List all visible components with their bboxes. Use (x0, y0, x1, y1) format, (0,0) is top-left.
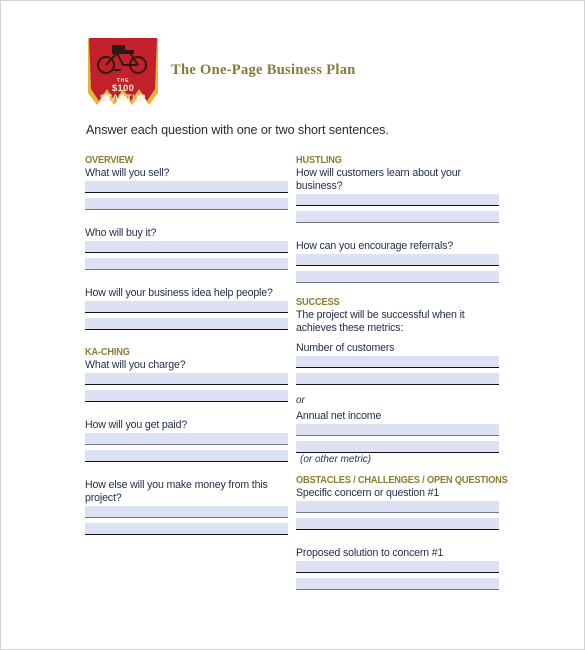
answer-field[interactable] (296, 194, 499, 206)
answer-field[interactable] (296, 356, 499, 368)
answer-field[interactable] (85, 373, 288, 385)
answer-field[interactable] (85, 450, 288, 462)
intro-instruction: Answer each question with one or two sho… (86, 123, 389, 137)
logo-line3: STARTUP (100, 93, 146, 103)
answer-field[interactable] (296, 424, 499, 436)
answer-field[interactable] (296, 501, 499, 513)
answer-field[interactable] (85, 258, 288, 270)
section-heading-obstacles: OBSTACLES / CHALLENGES / OPEN QUESTIONS (296, 474, 508, 486)
section-hustling: HUSTLING How will customers learn about … (296, 154, 499, 283)
answer-field[interactable] (85, 241, 288, 253)
section-ka-ching: KA-CHING What will you charge? How will … (85, 346, 288, 535)
question-label: How can you encourage referrals? (296, 240, 454, 252)
section-overview: OVERVIEW What will you sell? Who will bu… (85, 154, 288, 330)
question-label: Who will buy it? (85, 227, 157, 239)
answer-field[interactable] (85, 181, 288, 193)
question-label: How will customers learn about your busi… (296, 167, 461, 192)
question-label: Specific concern or question #1 (296, 487, 440, 499)
success-intro-text: The project will be successful when it a… (296, 309, 465, 334)
answer-field[interactable] (296, 578, 499, 590)
answer-field[interactable] (296, 518, 499, 530)
answer-field[interactable] (85, 506, 288, 518)
answer-field[interactable] (85, 318, 288, 330)
answer-field[interactable] (296, 441, 499, 453)
question-label: What will you sell? (85, 167, 170, 179)
the-100-startup-logo: THE $100 STARTUP (85, 37, 161, 109)
answer-field[interactable] (85, 198, 288, 210)
question-label: How will you get paid? (85, 419, 188, 431)
section-heading-overview: OVERVIEW (85, 154, 134, 166)
question-label: What will you charge? (85, 359, 186, 371)
question-label: How else will you make money from this p… (85, 479, 268, 504)
metric-separator: or (296, 395, 305, 406)
answer-field[interactable] (296, 271, 499, 283)
page-header: THE $100 STARTUP The One-Page Business P… (85, 37, 505, 113)
crate-icon (112, 45, 125, 54)
answer-field[interactable] (85, 523, 288, 535)
metric-footnote: (or other metric) (300, 454, 372, 465)
left-column: OVERVIEW What will you sell? Who will bu… (85, 154, 288, 535)
metric-label-customers: Number of customers (296, 342, 395, 354)
right-column: HUSTLING How will customers learn about … (296, 154, 508, 590)
answer-field[interactable] (296, 254, 499, 266)
answer-field[interactable] (296, 561, 499, 573)
business-plan-page: THE $100 STARTUP The One-Page Business P… (0, 0, 585, 650)
answer-field[interactable] (85, 301, 288, 313)
section-heading-hustling: HUSTLING (296, 154, 342, 166)
metric-label-income: Annual net income (296, 410, 382, 422)
answer-field[interactable] (296, 211, 499, 223)
question-label: Proposed solution to concern #1 (296, 547, 444, 559)
answer-field[interactable] (85, 390, 288, 402)
question-label: How will your business idea help people? (85, 287, 273, 299)
section-heading-ka-ching: KA-CHING (85, 346, 130, 358)
page-title: The One-Page Business Plan (171, 62, 356, 78)
section-obstacles: OBSTACLES / CHALLENGES / OPEN QUESTIONS … (296, 474, 508, 590)
answer-field[interactable] (296, 373, 499, 385)
answer-field[interactable] (85, 433, 288, 445)
section-success: SUCCESS The project will be successful w… (296, 296, 499, 466)
section-heading-success: SUCCESS (296, 296, 340, 308)
